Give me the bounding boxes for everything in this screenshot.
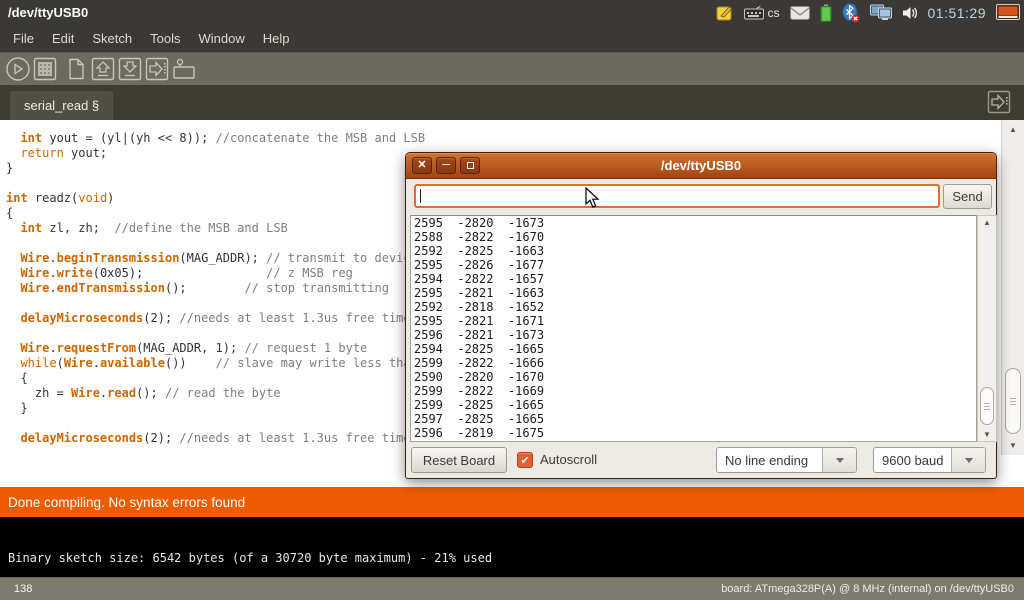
serial-line: 2590 -2820 -1670 (414, 370, 973, 384)
scroll-down-icon[interactable]: ▼ (978, 431, 996, 439)
scroll-up-icon[interactable]: ▲ (978, 219, 996, 227)
keyboard-icon[interactable] (744, 6, 764, 20)
volume-icon[interactable] (902, 5, 918, 21)
maximize-icon[interactable] (460, 157, 480, 174)
editor-scrollbar[interactable]: ▲ ▼ (1001, 120, 1024, 455)
upload-button-icon[interactable] (143, 56, 170, 83)
autoscroll-label: Autoscroll (540, 452, 597, 467)
serial-line: 2595 -2826 -1677 (414, 258, 973, 272)
code-line: int yout = (yl|(yh << 8)); //concatenate… (6, 131, 994, 146)
close-icon[interactable]: ✕ (412, 157, 432, 174)
baud-rate-dropdown[interactable]: 9600 baud (873, 447, 986, 473)
system-tray: cs 01:51:29 (716, 0, 1024, 25)
battery-icon[interactable] (820, 4, 832, 22)
serial-input[interactable] (414, 184, 940, 208)
mouse-cursor-icon (585, 187, 601, 214)
serial-monitor-titlebar[interactable]: /dev/ttyUSB0 (406, 153, 996, 179)
stop-button-icon[interactable] (31, 56, 58, 83)
arduino-ide-screen: /dev/ttyUSB0 cs 01:51: (0, 0, 1024, 600)
menu-bar: FileEditSketchToolsWindowHelp (0, 25, 1024, 52)
serial-line: 2595 -2821 -1671 (414, 314, 973, 328)
menu-help[interactable]: Help (254, 27, 299, 50)
system-top-bar: /dev/ttyUSB0 cs 01:51: (0, 0, 1024, 25)
displays-icon[interactable] (870, 4, 892, 22)
tab-serial-read[interactable]: serial_read § (10, 91, 113, 120)
mail-icon[interactable] (790, 6, 810, 20)
menu-edit[interactable]: Edit (43, 27, 83, 50)
serial-line: 2592 -2818 -1652 (414, 300, 973, 314)
window-controls: ✕ ─ (412, 157, 480, 174)
serial-line: 2588 -2822 -1670 (414, 230, 973, 244)
baud-rate-value: 9600 baud (874, 448, 951, 472)
compile-status-bar: Done compiling. No syntax errors found (0, 487, 1024, 517)
serial-output[interactable]: 2595 -2820 -16732588 -2822 -16702592 -28… (410, 215, 977, 442)
serial-monitor-controls: Reset Board ✔ Autoscroll No line ending … (406, 446, 996, 476)
line-ending-dropdown[interactable]: No line ending (716, 447, 857, 473)
serial-monitor-title: /dev/ttyUSB0 (406, 158, 996, 173)
serial-line: 2599 -2822 -1666 (414, 356, 973, 370)
serial-line: 2596 -2821 -1673 (414, 328, 973, 342)
serial-line: 2594 -2822 -1657 (414, 272, 973, 286)
menu-tools[interactable]: Tools (141, 27, 189, 50)
board-info: board: ATmega328P(A) @ 8 MHz (internal) … (721, 583, 1024, 595)
minimize-icon[interactable]: ─ (436, 157, 456, 174)
tab-menu-icon[interactable] (986, 89, 1012, 115)
editor-scrollbar-thumb[interactable] (1005, 368, 1021, 434)
open-button-icon[interactable] (89, 56, 116, 83)
console-panel: Binary sketch size: 6542 bytes (of a 307… (0, 517, 1024, 577)
save-button-icon[interactable] (116, 56, 143, 83)
screen-icon[interactable] (996, 4, 1020, 22)
compile-status-text: Done compiling. No syntax errors found (8, 495, 245, 510)
line-number-indicator: 138 (0, 583, 32, 595)
serial-line: 2595 -2820 -1673 (414, 216, 973, 230)
line-ending-value: No line ending (717, 448, 822, 472)
text-caret (420, 189, 421, 203)
scroll-down-icon[interactable]: ▼ (1002, 442, 1024, 450)
chevron-down-icon[interactable] (822, 448, 856, 472)
tab-label: serial_read § (24, 98, 99, 113)
console-output: Binary sketch size: 6542 bytes (of a 307… (8, 551, 492, 565)
serial-monitor-button-icon[interactable] (170, 56, 197, 83)
verify-button-icon[interactable] (4, 56, 31, 83)
serial-line: 2594 -2825 -1665 (414, 342, 973, 356)
serial-monitor-window: /dev/ttyUSB0 ✕ ─ Send 2595 -2820 -167325… (405, 152, 997, 479)
note-icon[interactable] (716, 4, 734, 22)
new-sketch-button-icon[interactable] (62, 56, 89, 83)
chevron-down-icon[interactable] (951, 448, 985, 472)
menu-sketch[interactable]: Sketch (83, 27, 141, 50)
tab-bar: serial_read § (0, 85, 1024, 120)
serial-scrollbar-thumb[interactable] (980, 387, 994, 425)
window-title: /dev/ttyUSB0 (0, 5, 88, 20)
serial-line: 2592 -2825 -1663 (414, 244, 973, 258)
reset-board-button[interactable]: Reset Board (411, 447, 507, 473)
menu-file[interactable]: File (4, 27, 43, 50)
toolbar (0, 52, 1024, 85)
serial-scrollbar[interactable]: ▲ ▼ (977, 215, 997, 442)
send-button[interactable]: Send (943, 184, 992, 209)
status-bar: 138 board: ATmega328P(A) @ 8 MHz (intern… (0, 577, 1024, 600)
serial-line: 2597 -2825 -1665 (414, 412, 973, 426)
serial-line: 2599 -2822 -1669 (414, 384, 973, 398)
serial-line: 2596 -2819 -1675 (414, 426, 973, 440)
clock[interactable]: 01:51:29 (928, 5, 987, 21)
keyboard-layout-indicator[interactable]: cs (768, 6, 780, 20)
scroll-up-icon[interactable]: ▲ (1002, 126, 1024, 134)
menu-window[interactable]: Window (189, 27, 253, 50)
bluetooth-icon[interactable] (842, 3, 860, 23)
serial-line: 2599 -2825 -1665 (414, 398, 973, 412)
serial-line: 2595 -2821 -1663 (414, 286, 973, 300)
autoscroll-checkbox[interactable]: ✔ (517, 452, 533, 468)
